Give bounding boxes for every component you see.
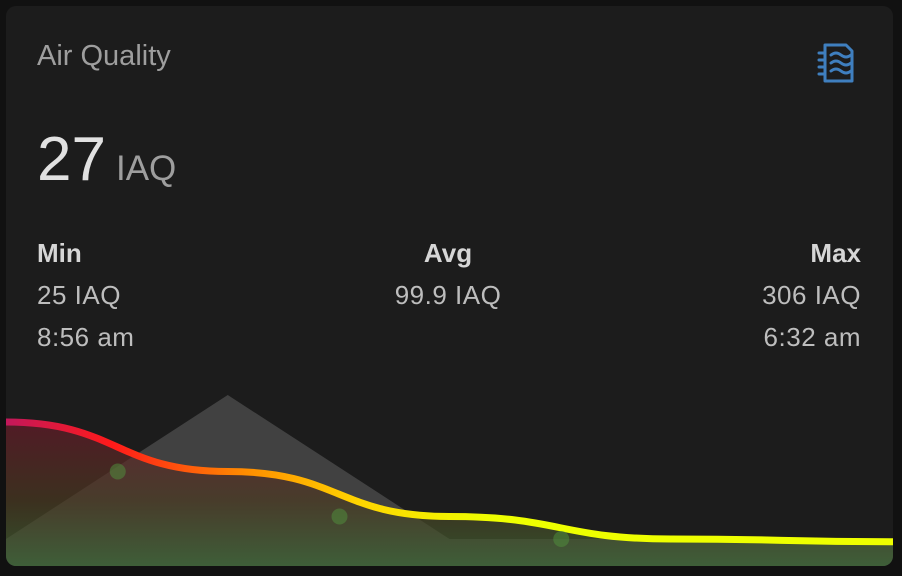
primary-series-area	[6, 422, 893, 566]
stat-max-time: 6:32 am	[763, 322, 861, 352]
history-graph[interactable]	[6, 376, 893, 566]
air-filter-icon[interactable]	[816, 41, 858, 85]
current-state: 27 IAQ	[37, 124, 176, 195]
stat-max-label: Max	[810, 238, 861, 268]
stat-max: Max 306 IAQ 6:32 am	[762, 238, 861, 364]
stat-avg-label: Avg	[423, 238, 473, 268]
stat-max-value: 306 IAQ	[762, 280, 861, 310]
card-title: Air Quality	[37, 40, 171, 72]
air-quality-card[interactable]: Air Quality 27 IAQ Min 25 IAQ 8:56 am Avg…	[6, 6, 893, 566]
stat-min-time: 8:56 am	[37, 322, 135, 352]
stat-min-label: Min	[37, 238, 82, 268]
stat-avg-value: 99.9 IAQ	[394, 280, 502, 310]
stat-min: Min 25 IAQ 8:56 am	[37, 238, 134, 364]
stat-avg: Avg 99.9 IAQ	[337, 238, 559, 322]
data-point[interactable]	[331, 508, 348, 525]
data-point[interactable]	[109, 463, 126, 480]
state-value: 27	[37, 125, 106, 194]
state-unit: IAQ	[115, 149, 177, 188]
data-point[interactable]	[553, 531, 570, 547]
stat-min-value: 25 IAQ	[37, 280, 121, 310]
